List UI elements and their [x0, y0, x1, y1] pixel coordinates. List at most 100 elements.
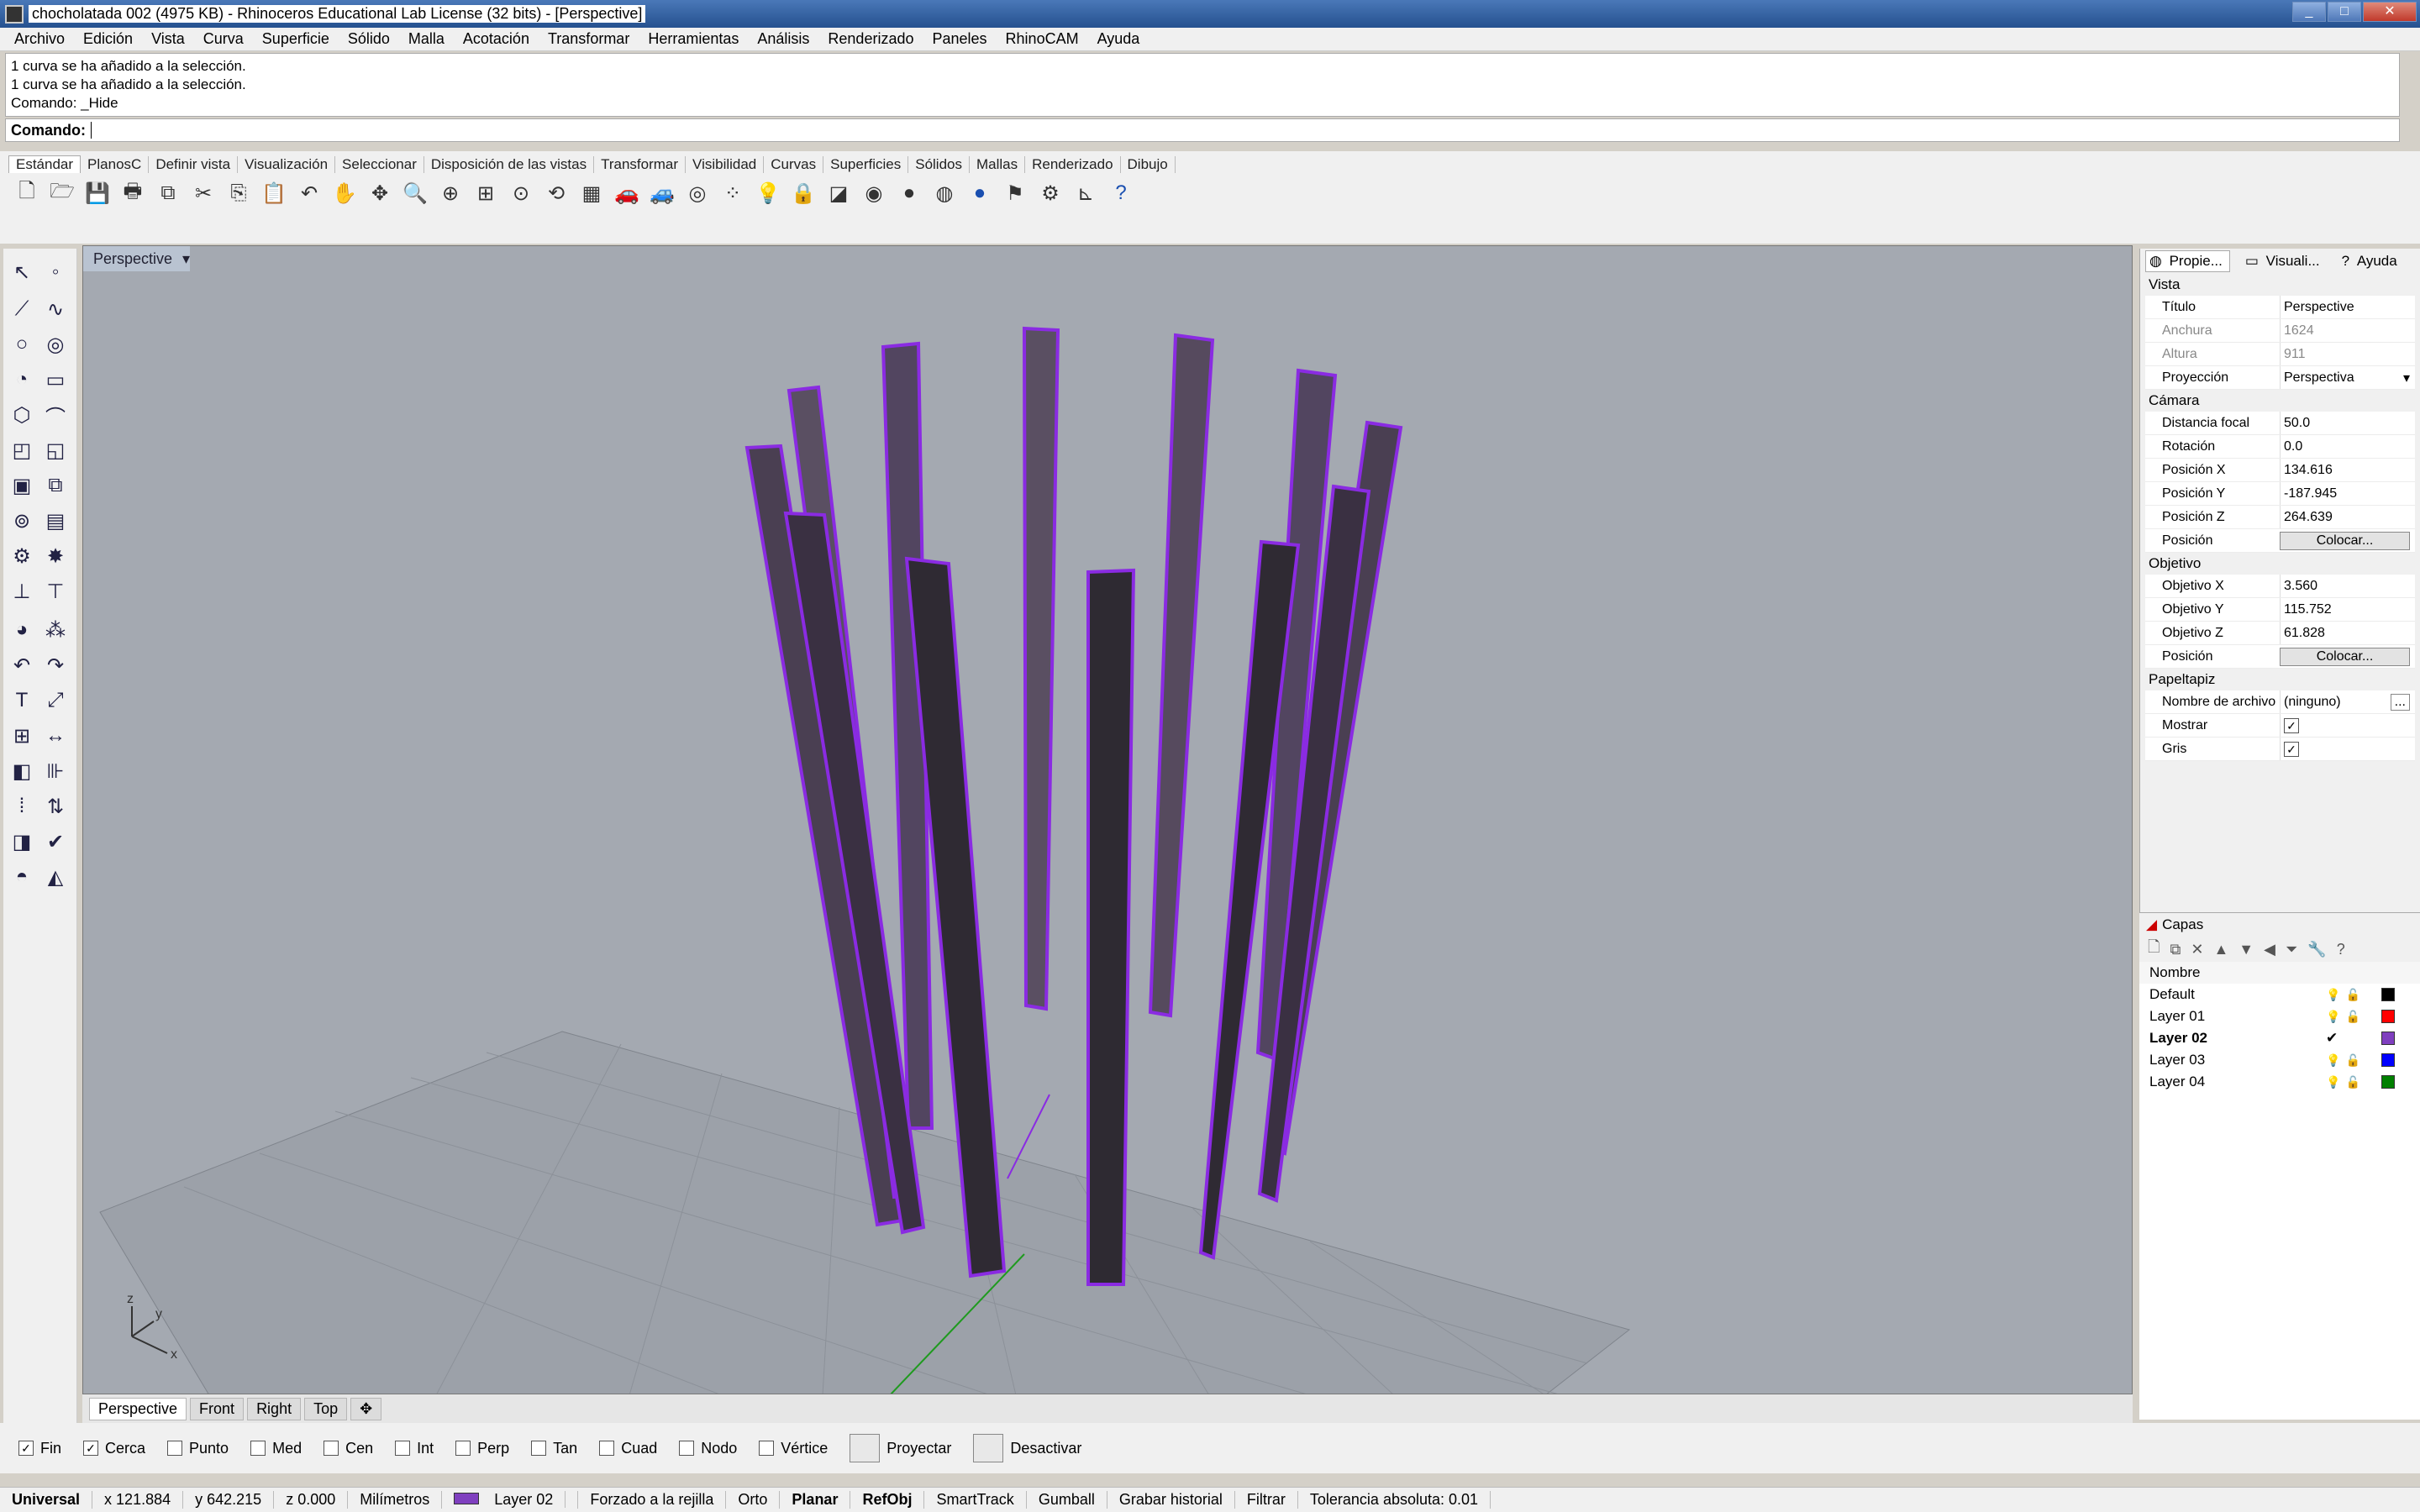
menu-malla[interactable]: Malla	[399, 30, 454, 48]
layer-row[interactable]: Layer 04 💡 🔓	[2139, 1071, 2420, 1093]
open-folder-icon[interactable]: 🗁	[47, 178, 77, 208]
split-icon[interactable]: ⊤	[40, 576, 71, 606]
tab-curvas[interactable]: Curvas	[764, 156, 824, 173]
tab-transformar[interactable]: Transformar	[594, 156, 687, 173]
status-ortho[interactable]: Orto	[726, 1491, 781, 1509]
light-bulb-icon[interactable]: 💡	[753, 178, 783, 208]
layer-row[interactable]: Layer 01 💡 🔓	[2139, 1005, 2420, 1027]
prop-proyeccion[interactable]: Proyección Perspectiva ▾	[2145, 366, 2415, 390]
transform-icon[interactable]: ⊞	[7, 721, 37, 751]
layer-color-swatch[interactable]	[2381, 1053, 2395, 1067]
prop-posicion-z[interactable]: Posición Z 264.639	[2145, 506, 2415, 529]
circle-icon[interactable]: ○	[7, 329, 37, 360]
status-layer[interactable]: Layer 02	[442, 1491, 579, 1509]
move-down-icon[interactable]: ▼	[2238, 941, 2254, 958]
menu-transformar[interactable]: Transformar	[539, 30, 639, 48]
tab-visibilidad[interactable]: Visibilidad	[686, 156, 765, 173]
menu-rhinocam[interactable]: RhinoCAM	[997, 30, 1088, 48]
shade-car-icon[interactable]: 🚙	[647, 178, 677, 208]
pan-hand-icon[interactable]: ✋	[329, 178, 360, 208]
menu-archivo[interactable]: Archivo	[5, 30, 74, 48]
osnap-option[interactable]: Vértice	[759, 1440, 828, 1457]
text-icon[interactable]: T	[7, 685, 37, 716]
prop-archivo[interactable]: Nombre de archivo (ninguno)...	[2145, 690, 2415, 714]
zoom-icon[interactable]: 🔍	[400, 178, 430, 208]
osnap-checkbox[interactable]	[395, 1441, 411, 1456]
trim-icon[interactable]: ⊥	[7, 576, 37, 606]
status-units[interactable]: Milímetros	[348, 1491, 443, 1509]
arc-icon[interactable]: ◔	[7, 365, 37, 395]
prop-objetivo-z[interactable]: Objetivo Z 61.828	[2145, 622, 2415, 645]
dimension-icon[interactable]: ⊾	[1071, 178, 1101, 208]
layer-visible-bulb-icon[interactable]: 💡	[2326, 1010, 2340, 1024]
copy-icon[interactable]: ⎘	[224, 178, 254, 208]
menu-superficie[interactable]: Superficie	[253, 30, 339, 48]
osnap-checkbox[interactable]	[167, 1441, 183, 1456]
options-gear-icon[interactable]: ⚙	[1035, 178, 1065, 208]
osnap-checkbox[interactable]: ✓	[18, 1441, 34, 1456]
blue-sphere-icon[interactable]: ●	[965, 178, 995, 208]
tab-seleccionar[interactable]: Seleccionar	[335, 156, 424, 173]
move-up-icon[interactable]: ▲	[2213, 941, 2228, 958]
gris-checkbox[interactable]: ✓	[2284, 741, 2299, 757]
layer-visible-bulb-icon[interactable]: 💡	[2326, 1053, 2340, 1068]
colocar-camera-button[interactable]: Colocar...	[2280, 531, 2410, 550]
tab-ayuda-panel[interactable]: ? Ayuda	[2338, 251, 2404, 271]
osnap-toggle-box[interactable]	[850, 1434, 881, 1462]
layer-tools-icon[interactable]: 🔧	[2307, 941, 2326, 958]
menu-paneles[interactable]: Paneles	[923, 30, 996, 48]
status-grid-snap[interactable]: Forzado a la rejilla	[578, 1491, 727, 1509]
tab-dibujo[interactable]: Dibujo	[1121, 156, 1176, 173]
layer-row[interactable]: Layer 02 ✔	[2139, 1027, 2420, 1049]
minimize-button[interactable]: _	[2292, 2, 2326, 22]
prop-focal[interactable]: Distancia focal 50.0	[2145, 412, 2415, 435]
osnap-checkbox[interactable]: ✓	[83, 1441, 99, 1456]
osnap-checkbox[interactable]	[324, 1441, 339, 1456]
menu-analisis[interactable]: Análisis	[748, 30, 818, 48]
freeform-icon[interactable]: ⌒	[40, 400, 71, 430]
command-input[interactable]: Comando:	[5, 118, 2400, 142]
explode-icon[interactable]: ✸	[40, 541, 71, 571]
osnap-checkbox[interactable]	[250, 1441, 266, 1456]
fillet-icon[interactable]: ◕	[7, 615, 37, 645]
mesh-icon[interactable]: ▤	[40, 506, 71, 536]
menu-ayuda[interactable]: Ayuda	[1088, 30, 1150, 48]
osnap-option[interactable]: Nodo	[679, 1440, 737, 1457]
menu-solido[interactable]: Sólido	[339, 30, 399, 48]
array-icon[interactable]: ⁞	[7, 791, 37, 822]
select-points-icon[interactable]: ⁘	[718, 178, 748, 208]
osnap-toggle-box[interactable]	[973, 1434, 1004, 1462]
status-gumball[interactable]: Gumball	[1027, 1491, 1107, 1509]
polyline-icon[interactable]: ⟋	[7, 294, 37, 324]
perspective-viewport[interactable]: Perspective ▾ z x y	[82, 245, 2133, 1394]
osnap-option[interactable]: Perp	[455, 1440, 509, 1457]
zoom-window-icon[interactable]: ⊕	[435, 178, 466, 208]
status-planar[interactable]: Planar	[780, 1491, 851, 1509]
prop-titulo[interactable]: Título Perspective	[2145, 296, 2415, 319]
solid-icon[interactable]: ◧	[7, 756, 37, 786]
gear-tool-icon[interactable]: ⚙	[7, 541, 37, 571]
layer-visible-bulb-icon[interactable]: 💡	[2326, 1075, 2340, 1089]
spotlight-icon[interactable]: ⚑	[1000, 178, 1030, 208]
osnap-toggle-button[interactable]: Proyectar	[850, 1434, 951, 1462]
menu-curva[interactable]: Curva	[194, 30, 253, 48]
lock-icon[interactable]: 🔒	[788, 178, 818, 208]
layer-unlock-icon[interactable]: 🔓	[2345, 1053, 2360, 1068]
osnap-toggle-button[interactable]: Desactivar	[973, 1434, 1081, 1462]
layer-row[interactable]: Default 💡 🔓	[2139, 984, 2420, 1005]
tab-planosc[interactable]: PlanosC	[81, 156, 150, 173]
ellipse-icon[interactable]: ◎	[40, 329, 71, 360]
osnap-option[interactable]: ✓ Cerca	[83, 1440, 145, 1457]
layer-icon[interactable]: ◪	[823, 178, 854, 208]
viewtab-front[interactable]: Front	[190, 1397, 245, 1420]
tab-estandar[interactable]: Estándar	[8, 155, 82, 173]
status-smarttrack[interactable]: SmartTrack	[924, 1491, 1027, 1509]
menu-renderizado[interactable]: Renderizado	[818, 30, 923, 48]
check-icon[interactable]: ✔	[40, 827, 71, 857]
osnap-option[interactable]: Med	[250, 1440, 302, 1457]
prop-objetivo-y[interactable]: Objetivo Y 115.752	[2145, 598, 2415, 622]
osnap-option[interactable]: Int	[395, 1440, 434, 1457]
viewtab-right[interactable]: Right	[247, 1397, 302, 1420]
target-icon[interactable]: ◎	[682, 178, 713, 208]
grid-snap-icon[interactable]: ⊪	[40, 756, 71, 786]
